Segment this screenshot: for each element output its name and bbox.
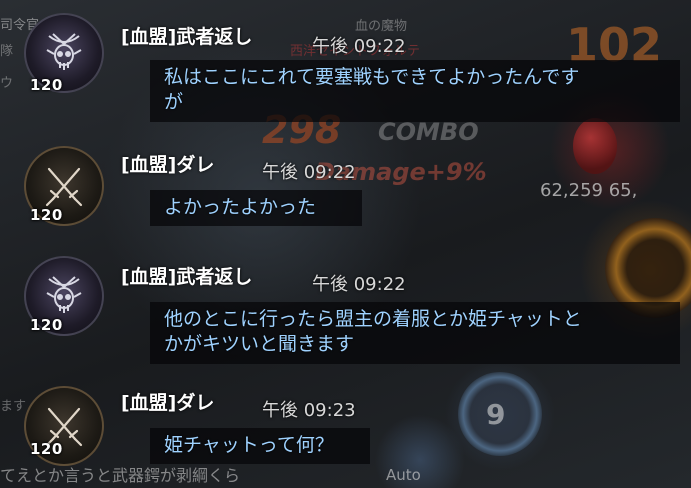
message-time: 午後 09:22: [312, 274, 406, 295]
auto-button[interactable]: Auto: [386, 466, 421, 484]
message-bubble: よかったよかった: [150, 190, 362, 226]
message-bubble: 姫チャットって何？: [150, 428, 370, 464]
skill-count: 9: [486, 398, 506, 431]
sender-name[interactable]: [血盟]ダレ: [121, 388, 214, 415]
message-text: よかったよかった: [164, 196, 317, 218]
chat-message: 120 [血盟]ダレ 午後 09:23 姫チャットって何？: [0, 0, 691, 466]
background-chat-line: てえとか言うと武器鍔が剥綱くら: [0, 466, 241, 485]
sender-name[interactable]: [血盟]武者返し: [121, 262, 252, 289]
hp-readout: 62,259 65,: [540, 180, 638, 201]
message-time: 午後 09:23: [262, 400, 356, 421]
player-level: 120: [30, 440, 63, 458]
message-time: 午後 09:22: [262, 162, 356, 183]
hp-potion-orb: [573, 118, 617, 174]
player-level: 120: [30, 206, 63, 224]
message-text: 姫チャットって何？: [164, 434, 334, 456]
combo-label: COMBO: [378, 118, 479, 146]
message-text: 他のとこに行ったら盟主の着服とか姫チャットと かがキツいと聞きます: [164, 308, 582, 355]
sender-name[interactable]: [血盟]ダレ: [121, 150, 214, 177]
crossed-swords-icon: [45, 167, 83, 207]
message-bubble: 他のとこに行ったら盟主の着服とか姫チャットと かがキツいと聞きます: [150, 302, 680, 364]
skull-crest-icon: [46, 276, 82, 313]
player-level: 120: [30, 316, 63, 334]
side-text-3: ます: [0, 399, 27, 414]
